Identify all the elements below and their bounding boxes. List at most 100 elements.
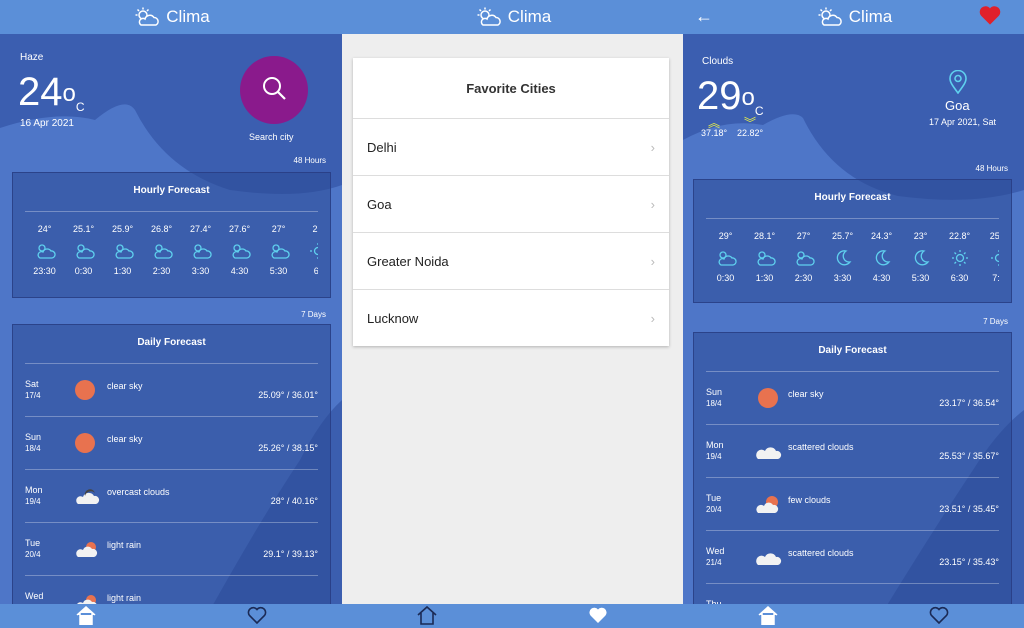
nav-favorites-button[interactable]	[583, 606, 613, 628]
hourly-item: 29° 0:30	[706, 219, 745, 283]
current-date: 16 Apr 2021	[20, 118, 74, 129]
chevrons-up-icon: ︽	[707, 116, 720, 130]
daily-row[interactable]: Mon 19/4 scattered clouds 25.53° / 35.67°	[706, 424, 999, 478]
degree-symbol: o	[62, 80, 76, 107]
search-city-button[interactable]	[240, 56, 308, 124]
cloud-sun-icon	[745, 247, 784, 269]
hourly-item: 27.6° 4:30	[220, 212, 259, 276]
moon-icon	[862, 247, 901, 269]
daily-description: clear sky	[107, 381, 143, 391]
app-title: Clima	[507, 7, 552, 26]
hourly-item: 24.3° 4:30	[862, 219, 901, 283]
app-brand: Clima	[815, 7, 892, 27]
city-name: Goa	[945, 98, 970, 113]
daily-row[interactable]: Sat 17/4 clear sky 25.09° / 36.01°	[25, 363, 318, 417]
city-detail-screen: ← Clima Clouds 29oC ︽ 37.18° ︾ 22.82° Go…	[683, 0, 1024, 628]
hourly-item: 27.4° 3:30	[181, 212, 220, 276]
hourly-forecast-list[interactable]: 24° 23:30 25.1° 0:30 25.9° 1:30 26.8° 2:30 2…	[25, 211, 318, 276]
temp-unit: C	[754, 104, 764, 118]
hourly-temp: 25.7°	[831, 231, 854, 241]
favorites-content: Favorite Cities Delhi › Goa › Greater Noid…	[342, 34, 683, 604]
favorite-cities-card: Favorite Cities Delhi › Goa › Greater Noid…	[353, 58, 669, 346]
nav-home-button[interactable]	[71, 605, 101, 628]
cloud-sun-logo-icon	[474, 7, 502, 27]
city-item-goa[interactable]: Goa ›	[353, 176, 669, 233]
nav-home-button[interactable]	[753, 605, 783, 628]
day-date: 20/4	[706, 505, 722, 514]
chevron-right-icon: ›	[650, 310, 655, 326]
city-item-lucknow[interactable]: Lucknow ›	[353, 290, 669, 346]
hourly-time: 2:30	[794, 273, 813, 283]
hourly-time: 2:30	[152, 266, 171, 276]
app-brand: Clima	[132, 7, 210, 27]
app-bar: Clima	[0, 0, 342, 34]
degree-symbol: o	[741, 84, 755, 111]
sun-icon	[73, 378, 97, 404]
daily-row[interactable]: Sun 18/4 clear sky 25.26° / 38.15°	[25, 416, 318, 470]
sun-cloud-icon	[754, 492, 782, 518]
cloud-sun-icon	[142, 240, 181, 262]
current-date: 17 Apr 2021, Sat	[928, 117, 996, 127]
temp-value: 29	[697, 74, 742, 118]
daily-description: few clouds	[788, 495, 831, 505]
hourly-temp: 26.8°	[150, 224, 173, 234]
nav-favorites-button[interactable]	[924, 606, 954, 628]
day-date: 19/4	[706, 452, 722, 461]
nav-favorites-button[interactable]	[242, 606, 272, 628]
day-name: Sun	[706, 387, 723, 397]
hourly-forecast-title: Hourly Forecast	[814, 192, 891, 203]
hourly-time: 3:30	[191, 266, 210, 276]
daily-forecast-card: Daily Forecast Sun 18/4 clear sky 23.17° …	[693, 332, 1012, 628]
hourly-temp: 25.1°	[72, 224, 95, 234]
daily-description: light rain	[107, 540, 142, 550]
rain-cloud-icon	[73, 537, 101, 563]
hourly-forecast-card: Hourly Forecast 24° 23:30 25.1° 0:30 25.9°…	[12, 172, 331, 298]
hourly-time: 1:30	[755, 273, 774, 283]
day-date: 19/4	[25, 497, 41, 506]
cloud-sun-logo-icon	[132, 7, 160, 27]
day-date: 18/4	[25, 444, 41, 453]
hourly-forecast-list[interactable]: 29° 0:30 28.1° 1:30 27° 2:30 25.7° 3:30 24.3…	[706, 218, 999, 283]
day-name: Sun	[25, 432, 42, 442]
hourly-temp: 28.1°	[753, 231, 776, 241]
city-item-greater-noida[interactable]: Greater Noida ›	[353, 233, 669, 290]
hourly-temp: 24°	[37, 224, 52, 234]
day-date: 20/4	[25, 550, 41, 559]
app-title: Clima	[848, 7, 893, 26]
home-outline-icon	[416, 605, 438, 628]
daily-row[interactable]: Tue 20/4 light rain 29.1° / 39.13°	[25, 522, 318, 576]
daily-day: Sat 17/4	[25, 378, 41, 402]
daily-row[interactable]: Mon 19/4 overcast clouds 28° / 40.16°	[25, 469, 318, 523]
min-temp-value: 22.82°	[736, 128, 764, 138]
hourly-item: 25.9° 1:30	[103, 212, 142, 276]
sun-icon	[979, 247, 999, 269]
back-arrow-icon[interactable]: ←	[695, 6, 713, 27]
sun-icon	[73, 431, 97, 457]
home-icon	[757, 605, 779, 628]
cloud-sun-icon	[64, 240, 103, 262]
city-name: Greater Noida	[367, 253, 449, 269]
favorite-heart-icon[interactable]	[978, 4, 1002, 26]
daily-day: Mon 19/4	[706, 439, 724, 463]
heart-outline-icon	[929, 606, 949, 628]
city-item-delhi[interactable]: Delhi ›	[353, 119, 669, 176]
daily-range: 25.09° / 36.01°	[258, 390, 318, 400]
daily-description: scattered clouds	[788, 548, 854, 558]
home-screen: Clima Haze 24oC 16 Apr 2021 Search city …	[0, 0, 342, 628]
hourly-item: 25.1° 0:30	[64, 212, 103, 276]
daily-row[interactable]: Tue 20/4 few clouds 23.51° / 35.45°	[706, 477, 999, 531]
daily-day: Sun 18/4	[706, 386, 722, 410]
city-name: Delhi	[367, 139, 397, 155]
daily-range: 23.15° / 35.43°	[939, 557, 999, 567]
hourly-item: 22.8° 6:30	[940, 219, 979, 283]
home-content: Haze 24oC 16 Apr 2021 Search city 48 Hou…	[0, 34, 342, 628]
hourly-item: 23° 5:30	[901, 219, 940, 283]
daily-row[interactable]: Wed 21/4 scattered clouds 23.15° / 35.43°	[706, 530, 999, 584]
cloud-sun-icon	[103, 240, 142, 262]
nav-home-button[interactable]	[412, 605, 442, 628]
favorites-screen: Clima Favorite Cities Delhi › Goa › Greate…	[342, 0, 683, 628]
city-detail-content: Clouds 29oC ︽ 37.18° ︾ 22.82° Goa 17 Apr…	[683, 34, 1024, 628]
day-name: Tue	[706, 493, 722, 503]
daily-row[interactable]: Sun 18/4 clear sky 23.17° / 36.54°	[706, 371, 999, 425]
days-label: 7 Days	[301, 310, 326, 319]
